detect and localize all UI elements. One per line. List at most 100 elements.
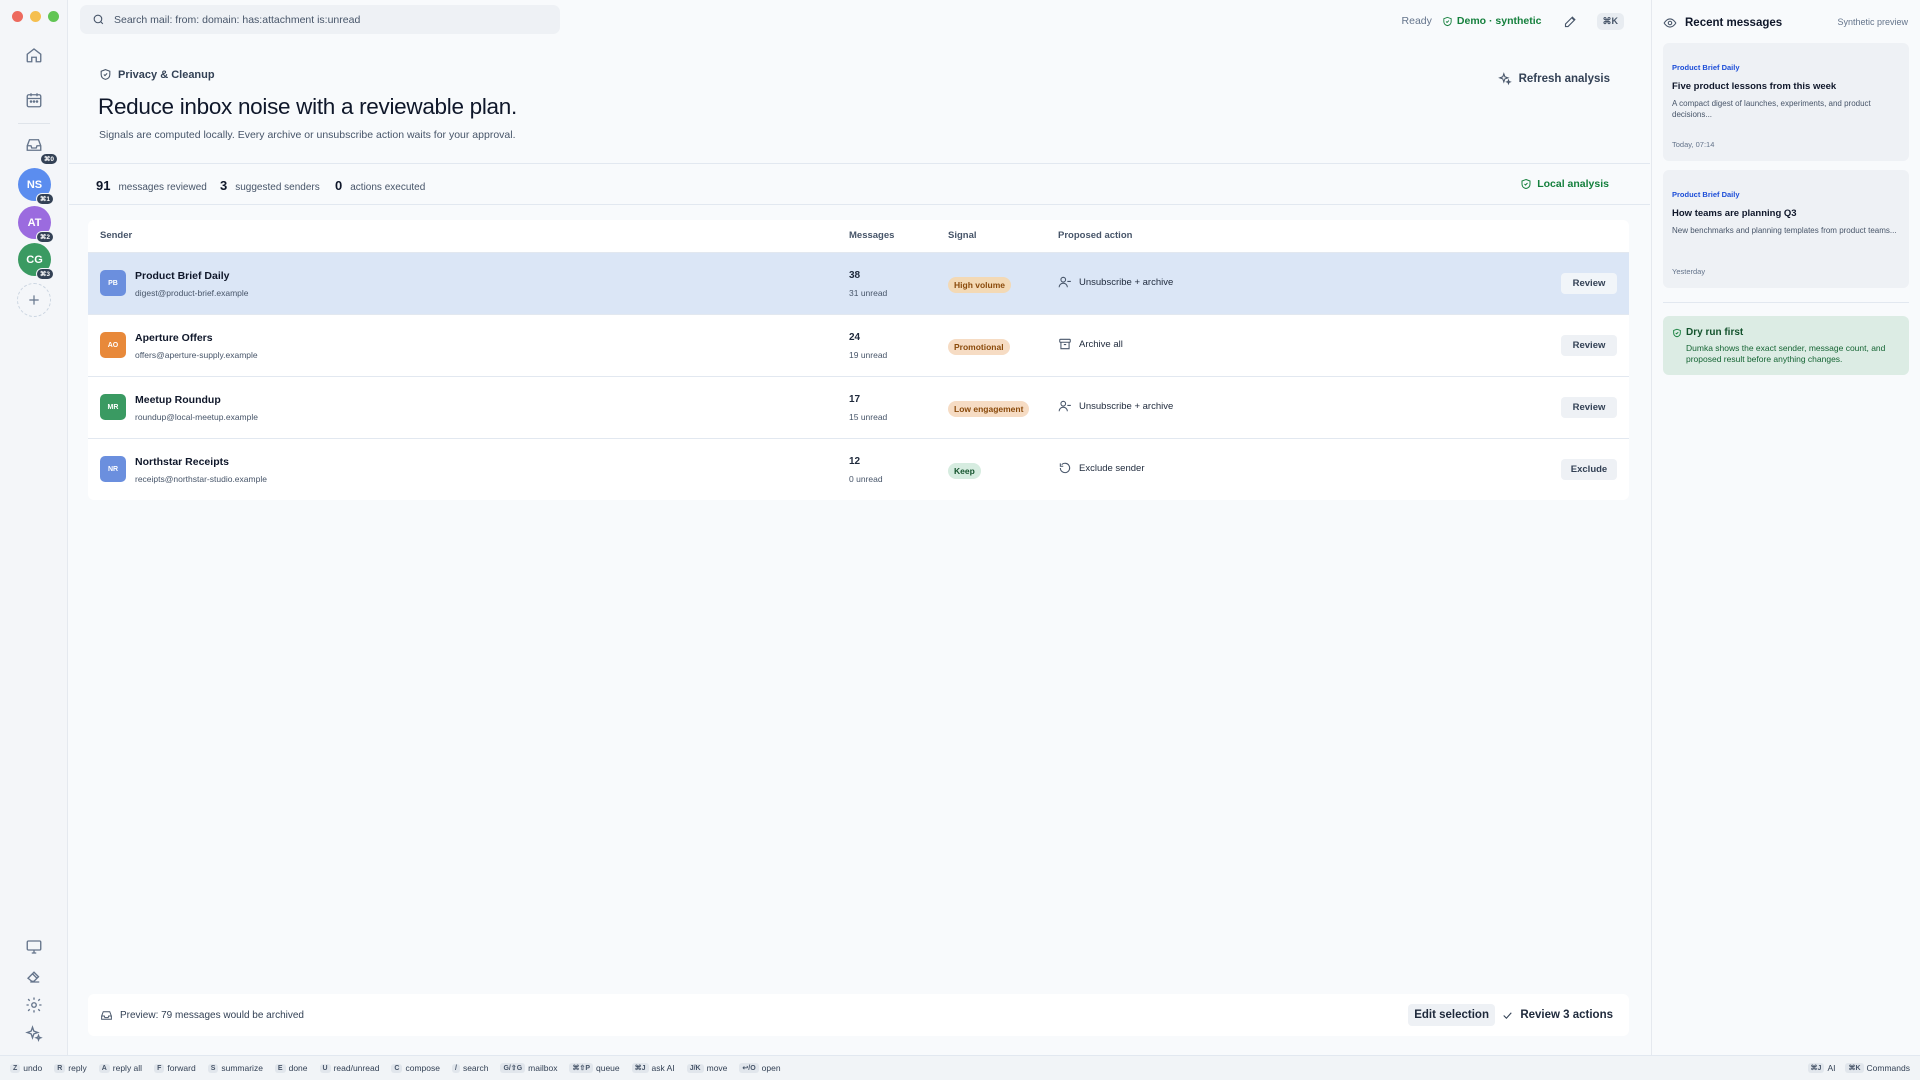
unread-count: 0 unread	[849, 474, 883, 484]
shortcut-reply[interactable]: Rreply	[54, 1063, 87, 1073]
review-button[interactable]: Review	[1561, 335, 1617, 356]
close-window-button[interactable]	[12, 11, 23, 22]
account-avatar-cg[interactable]: CG ⌘3	[18, 243, 54, 280]
sender-name: Northstar Receipts	[135, 456, 229, 468]
table-row[interactable]: NR Northstar Receipts receipts@northstar…	[88, 438, 1629, 500]
sender-avatar: MR	[100, 394, 126, 420]
shortcut-key: ⌘K	[1845, 1063, 1864, 1073]
message-card[interactable]: Product Brief Daily Five product lessons…	[1663, 43, 1909, 161]
shortcut-queue[interactable]: ⌘⇧P queue	[569, 1063, 620, 1073]
shortcut-key: A	[98, 1063, 110, 1073]
shortcut-mailbox[interactable]: G/⇧G mailbox	[500, 1063, 557, 1073]
shortcut-bar: Zundo Rreply Areply all Fforward Ssummar…	[0, 1055, 1920, 1080]
compose-button[interactable]	[1561, 11, 1581, 31]
shortcut-done[interactable]: Edone	[274, 1063, 308, 1073]
stat-label: suggested senders	[235, 182, 320, 193]
page-subtitle: Signals are computed locally. Every arch…	[99, 129, 516, 141]
dry-run-notice: Dry run first Dumka shows the exact send…	[1663, 316, 1909, 375]
account-avatar-at[interactable]: AT ⌘2	[18, 206, 54, 243]
minimize-window-button[interactable]	[30, 11, 41, 22]
panel-header: Recent messages	[1663, 16, 1782, 30]
shortcut-key: C	[391, 1063, 403, 1073]
main-content: Ready Demo · synthetic ⌘K Privacy & Clea…	[69, 0, 1650, 1055]
signal-badge: Keep	[948, 463, 981, 479]
sender-name: Aperture Offers	[135, 332, 213, 344]
shortcut-key: ⌘J	[631, 1063, 649, 1073]
column-header-signal: Signal	[948, 230, 977, 241]
eye-icon	[1663, 18, 1677, 28]
action-label: Archive all	[1079, 338, 1123, 350]
sender-table: Sender Messages Signal Proposed action P…	[88, 220, 1629, 500]
table-row[interactable]: AO Aperture Offers offers@aperture-suppl…	[88, 314, 1629, 376]
exclude-button[interactable]: Exclude	[1561, 459, 1617, 480]
shortcut-label: AI	[1827, 1063, 1836, 1073]
refresh-analysis-button[interactable]: Refresh analysis	[1497, 72, 1610, 86]
user-minus-icon	[1058, 400, 1071, 412]
shortcut-label: Commands	[1866, 1063, 1910, 1073]
card-time: Yesterday	[1672, 267, 1706, 276]
recent-messages-panel: Recent messages Synthetic preview Produc…	[1651, 0, 1920, 1055]
search-input[interactable]	[114, 13, 534, 26]
shortcut-ask-ai[interactable]: ⌘J ask AI	[631, 1063, 675, 1073]
zoom-window-button[interactable]	[48, 11, 59, 22]
shortcut-label: search	[462, 1063, 489, 1073]
mode-label: Demo · synthetic	[1456, 15, 1542, 27]
sparkle-icon[interactable]	[20, 1020, 48, 1048]
shortcut-summarize[interactable]: Ssummarize	[207, 1063, 263, 1073]
shortcut-reply-all[interactable]: Areply all	[98, 1063, 142, 1073]
message-count: 24	[849, 332, 861, 343]
sender-avatar: PB	[100, 270, 126, 296]
table-row[interactable]: PB Product Brief Daily digest@product-br…	[88, 252, 1629, 314]
preview-text: Preview: 79 messages would be archived	[120, 1010, 304, 1021]
panel-tag: Synthetic preview	[1837, 17, 1908, 27]
shortcut-label: compose	[405, 1063, 440, 1073]
add-account-button[interactable]	[17, 283, 51, 317]
review-actions-button[interactable]: Review 3 actions	[1501, 1004, 1613, 1026]
shortcut-read-unread[interactable]: Uread/unread	[319, 1063, 379, 1073]
shortcut-move[interactable]: J/K move	[686, 1063, 727, 1073]
table-row[interactable]: MR Meetup Roundup roundup@local-meetup.e…	[88, 376, 1629, 438]
action-label: Exclude sender	[1079, 462, 1145, 474]
shortcut-ai[interactable]: ⌘J AI	[1807, 1063, 1836, 1073]
page-title: Reduce inbox noise with a reviewable pla…	[98, 94, 517, 119]
shortcut-list-right: ⌘J AI ⌘K Commands	[1807, 1063, 1910, 1073]
archive-preview: Preview: 79 messages would be archived	[100, 1009, 304, 1022]
shortcut-open[interactable]: ↩/O open	[739, 1063, 781, 1073]
shortcut-key: ↩/O	[739, 1063, 759, 1073]
top-bar: Ready Demo · synthetic ⌘K	[69, 0, 1650, 40]
unread-count: 15 unread	[849, 412, 888, 422]
plus-icon	[29, 295, 39, 305]
home-icon[interactable]	[20, 41, 48, 69]
review-button[interactable]: Review	[1561, 273, 1617, 294]
gear-icon[interactable]	[20, 991, 48, 1019]
sender-name: Product Brief Daily	[135, 270, 230, 282]
eraser-icon[interactable]	[20, 962, 48, 990]
stat-number: 91	[96, 178, 111, 193]
edit-selection-button[interactable]: Edit selection	[1408, 1004, 1495, 1026]
sender-avatar: AO	[100, 332, 126, 358]
shortcut-key: R	[54, 1063, 66, 1073]
inbox-icon[interactable]: ⌘0	[20, 131, 58, 165]
shortcut-commands[interactable]: ⌘K Commands	[1845, 1063, 1910, 1073]
shortcut-forward[interactable]: Fforward	[154, 1063, 196, 1073]
shield-check-icon	[1673, 328, 1681, 338]
status-text: Ready	[1401, 15, 1432, 27]
command-palette-button[interactable]: ⌘K	[1596, 12, 1624, 30]
message-card[interactable]: Product Brief Daily How teams are planni…	[1663, 170, 1909, 288]
search-box[interactable]	[80, 5, 560, 34]
window-controls	[12, 11, 59, 22]
shortcut-compose[interactable]: Ccompose	[391, 1063, 440, 1073]
review-button[interactable]: Review	[1561, 397, 1617, 418]
shortcut-search[interactable]: / search	[451, 1063, 489, 1073]
action-label: Unsubscribe + archive	[1079, 400, 1174, 412]
inbox-shortcut-badge: ⌘0	[39, 153, 58, 165]
refresh-label: Refresh analysis	[1518, 73, 1610, 85]
shortcut-key: S	[207, 1063, 219, 1073]
shortcut-key: U	[319, 1063, 331, 1073]
action-label: Unsubscribe + archive	[1079, 276, 1174, 288]
calendar-icon[interactable]	[20, 86, 48, 114]
account-avatar-ns[interactable]: NS ⌘1	[18, 168, 54, 205]
shortcut-label: done	[288, 1063, 308, 1073]
shortcut-undo[interactable]: Zundo	[10, 1063, 42, 1073]
monitor-icon[interactable]	[20, 933, 48, 961]
